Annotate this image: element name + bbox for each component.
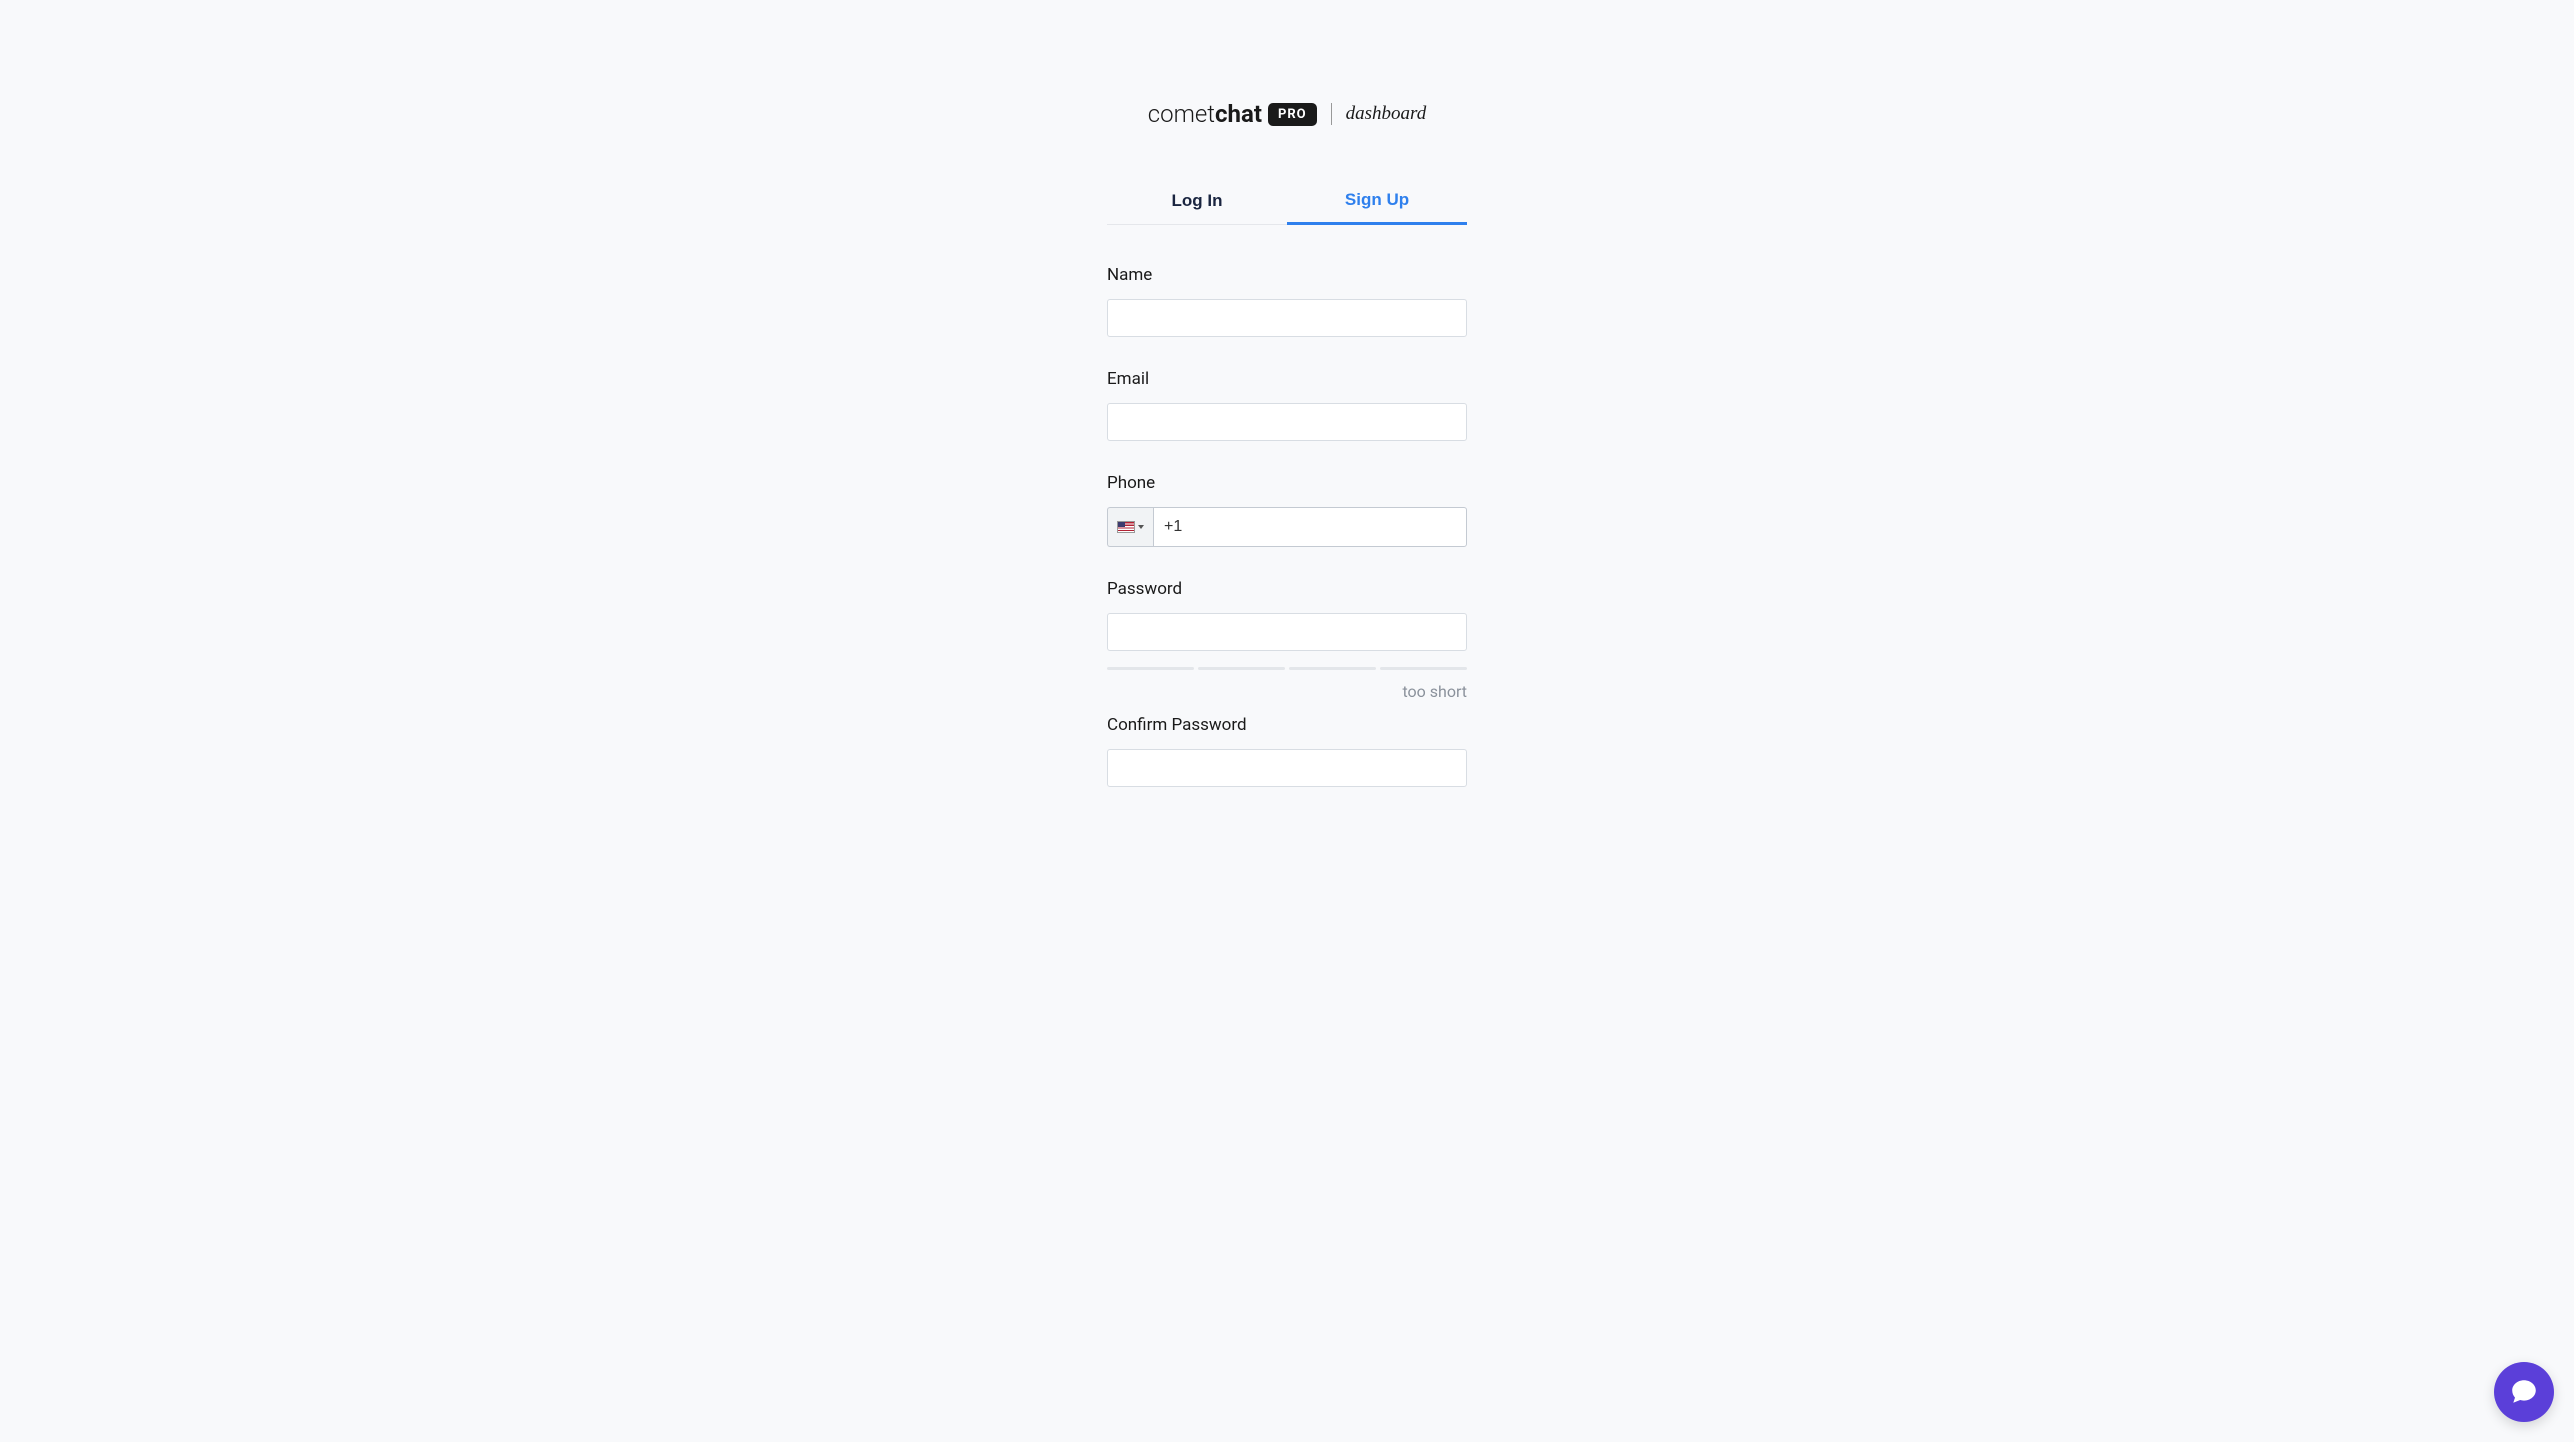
tab-signup[interactable]: Sign Up	[1287, 178, 1467, 225]
chat-launcher-button[interactable]	[2494, 1362, 2554, 1422]
form-group-password: Password too short	[1107, 579, 1467, 701]
email-label: Email	[1107, 369, 1467, 389]
form-group-phone: Phone	[1107, 473, 1467, 547]
confirm-password-label: Confirm Password	[1107, 715, 1467, 735]
strength-bar-3	[1289, 667, 1376, 670]
strength-bar-1	[1107, 667, 1194, 670]
logo: cometchat PRO dashboard	[1148, 100, 1426, 128]
logo-brand: cometchat	[1148, 100, 1262, 128]
tab-login[interactable]: Log In	[1107, 178, 1287, 224]
chevron-down-icon	[1138, 525, 1144, 529]
logo-divider	[1331, 103, 1332, 125]
name-input[interactable]	[1107, 299, 1467, 337]
logo-brand-suffix: chat	[1215, 100, 1262, 128]
strength-bar-2	[1198, 667, 1285, 670]
phone-input[interactable]	[1153, 507, 1467, 547]
confirm-password-input[interactable]	[1107, 749, 1467, 787]
strength-bar-4	[1380, 667, 1467, 670]
password-label: Password	[1107, 579, 1467, 599]
password-strength-meter	[1107, 667, 1467, 670]
password-input[interactable]	[1107, 613, 1467, 651]
name-label: Name	[1107, 265, 1467, 285]
logo-pro-badge: PRO	[1268, 103, 1317, 126]
flag-us-icon	[1117, 521, 1135, 533]
auth-tabs: Log In Sign Up	[1107, 178, 1467, 225]
form-group-name: Name	[1107, 265, 1467, 337]
email-input[interactable]	[1107, 403, 1467, 441]
logo-brand-prefix: comet	[1148, 100, 1215, 128]
password-strength-text: too short	[1107, 682, 1467, 701]
form-group-confirm-password: Confirm Password	[1107, 715, 1467, 787]
country-code-select[interactable]	[1107, 507, 1153, 547]
chat-bubble-icon	[2509, 1377, 2539, 1407]
form-group-email: Email	[1107, 369, 1467, 441]
auth-form-container: Log In Sign Up Name Email Phone Password…	[1107, 178, 1467, 819]
phone-label: Phone	[1107, 473, 1467, 493]
logo-dashboard-text: dashboard	[1346, 103, 1427, 125]
phone-input-wrapper	[1107, 507, 1467, 547]
